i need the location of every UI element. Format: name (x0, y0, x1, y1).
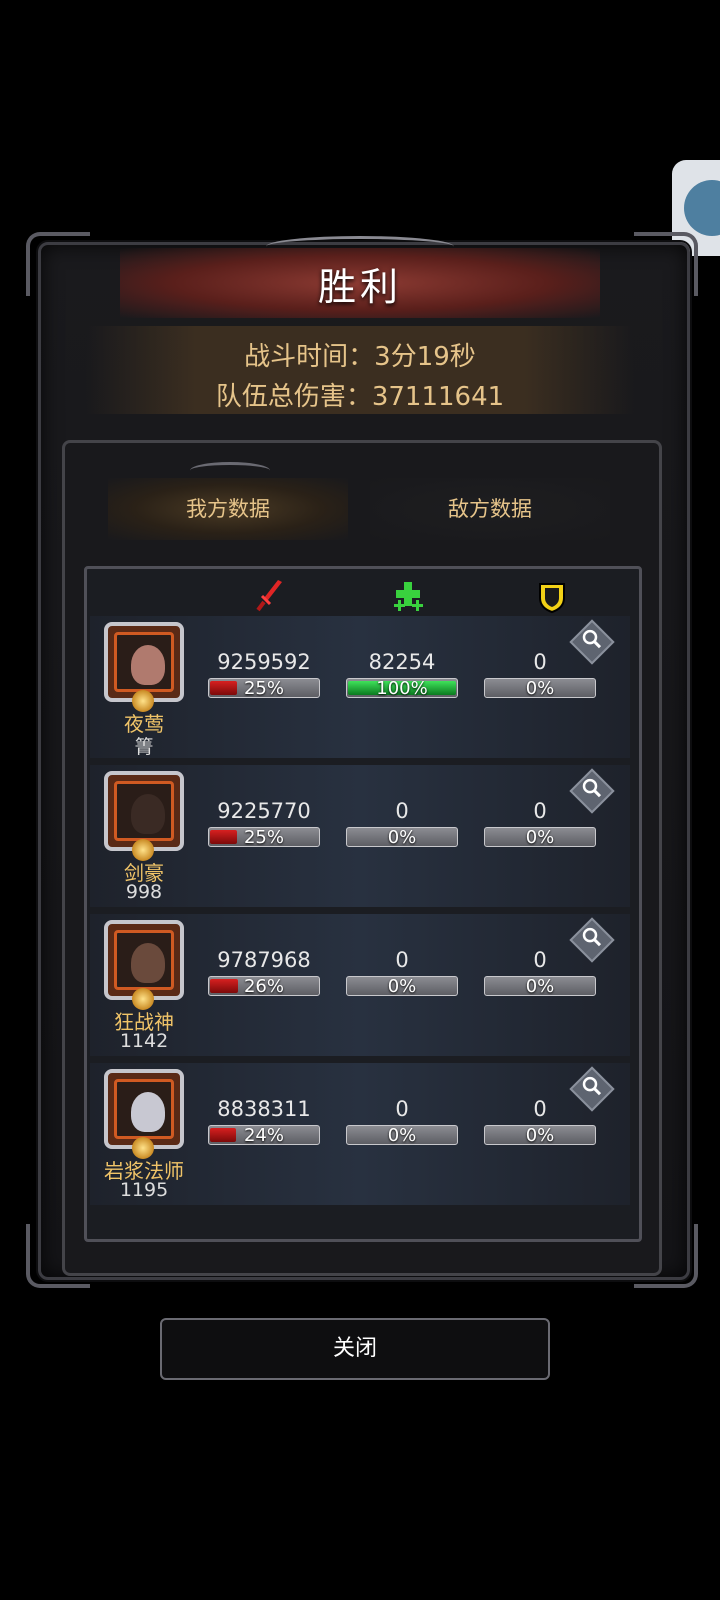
damage-value: 9259592 (217, 650, 311, 674)
tab-ornament (190, 462, 270, 479)
hero-power: 1142 (119, 1030, 169, 1052)
defense-bar: 0% (484, 976, 596, 996)
shield-icon (539, 583, 565, 614)
damage-bar: 25% (208, 827, 320, 847)
heal-percent: 0% (387, 827, 417, 847)
magnify-icon (582, 1076, 602, 1096)
heal-bar: 0% (346, 827, 458, 847)
defense-bar: 0% (484, 827, 596, 847)
hero-power: 1195 (119, 1179, 169, 1201)
heal-percent: 100% (376, 678, 428, 698)
defense-percent: 0% (525, 678, 555, 698)
heal-value: 82254 (368, 650, 436, 674)
damage-value: 9225770 (217, 799, 311, 823)
hero-power: 箐 (134, 736, 154, 758)
heal-value: 0 (395, 948, 409, 972)
sword-icon (256, 580, 282, 612)
title-ornament (266, 236, 454, 257)
defense-percent: 0% (525, 976, 555, 996)
magnify-icon (582, 778, 602, 798)
heal-value: 0 (395, 799, 409, 823)
damage-value: 9787968 (217, 948, 311, 972)
heal-bar: 100% (346, 678, 458, 698)
tab-enemy-data[interactable]: 敌方数据 (370, 478, 610, 540)
defense-bar: 0% (484, 678, 596, 698)
close-button[interactable]: 关闭 (160, 1318, 550, 1380)
defense-bar: 0% (484, 1125, 596, 1145)
tab-our-data[interactable]: 我方数据 (108, 478, 348, 540)
damage-value: 8838311 (217, 1097, 311, 1121)
damage-percent: 25% (243, 678, 284, 698)
damage-percent: 24% (243, 1125, 284, 1145)
hero-power: 998 (125, 881, 163, 903)
heal-value: 0 (395, 1097, 409, 1121)
defense-percent: 0% (525, 1125, 555, 1145)
hero-row: 岩浆法师 1195 8838311 0 0 24% 0% 0% (90, 1063, 630, 1205)
defense-percent: 0% (525, 827, 555, 847)
hero-row: 夜莺 箐 9259592 82254 0 25% 100% 0% (90, 616, 630, 758)
magnify-icon (582, 927, 602, 947)
heal-percent: 0% (387, 1125, 417, 1145)
assist-ball-icon (684, 180, 720, 236)
magnify-icon (582, 629, 602, 649)
team-total-damage: 队伍总伤害：37111641 (215, 382, 505, 412)
damage-bar: 24% (208, 1125, 320, 1145)
heal-bar: 0% (346, 1125, 458, 1145)
hero-row: 剑豪 998 9225770 0 0 25% 0% 0% (90, 765, 630, 907)
hero-row: 狂战神 1142 9787968 0 0 26% 0% 0% (90, 914, 630, 1056)
damage-percent: 25% (243, 827, 284, 847)
battle-time: 战斗时间：3分19秒 (244, 342, 476, 372)
damage-percent: 26% (243, 976, 284, 996)
heal-percent: 0% (387, 976, 417, 996)
heal-cross-icon (394, 582, 423, 611)
damage-bar: 25% (208, 678, 320, 698)
heal-bar: 0% (346, 976, 458, 996)
result-title: 胜利 (317, 265, 402, 309)
damage-bar: 26% (208, 976, 320, 996)
